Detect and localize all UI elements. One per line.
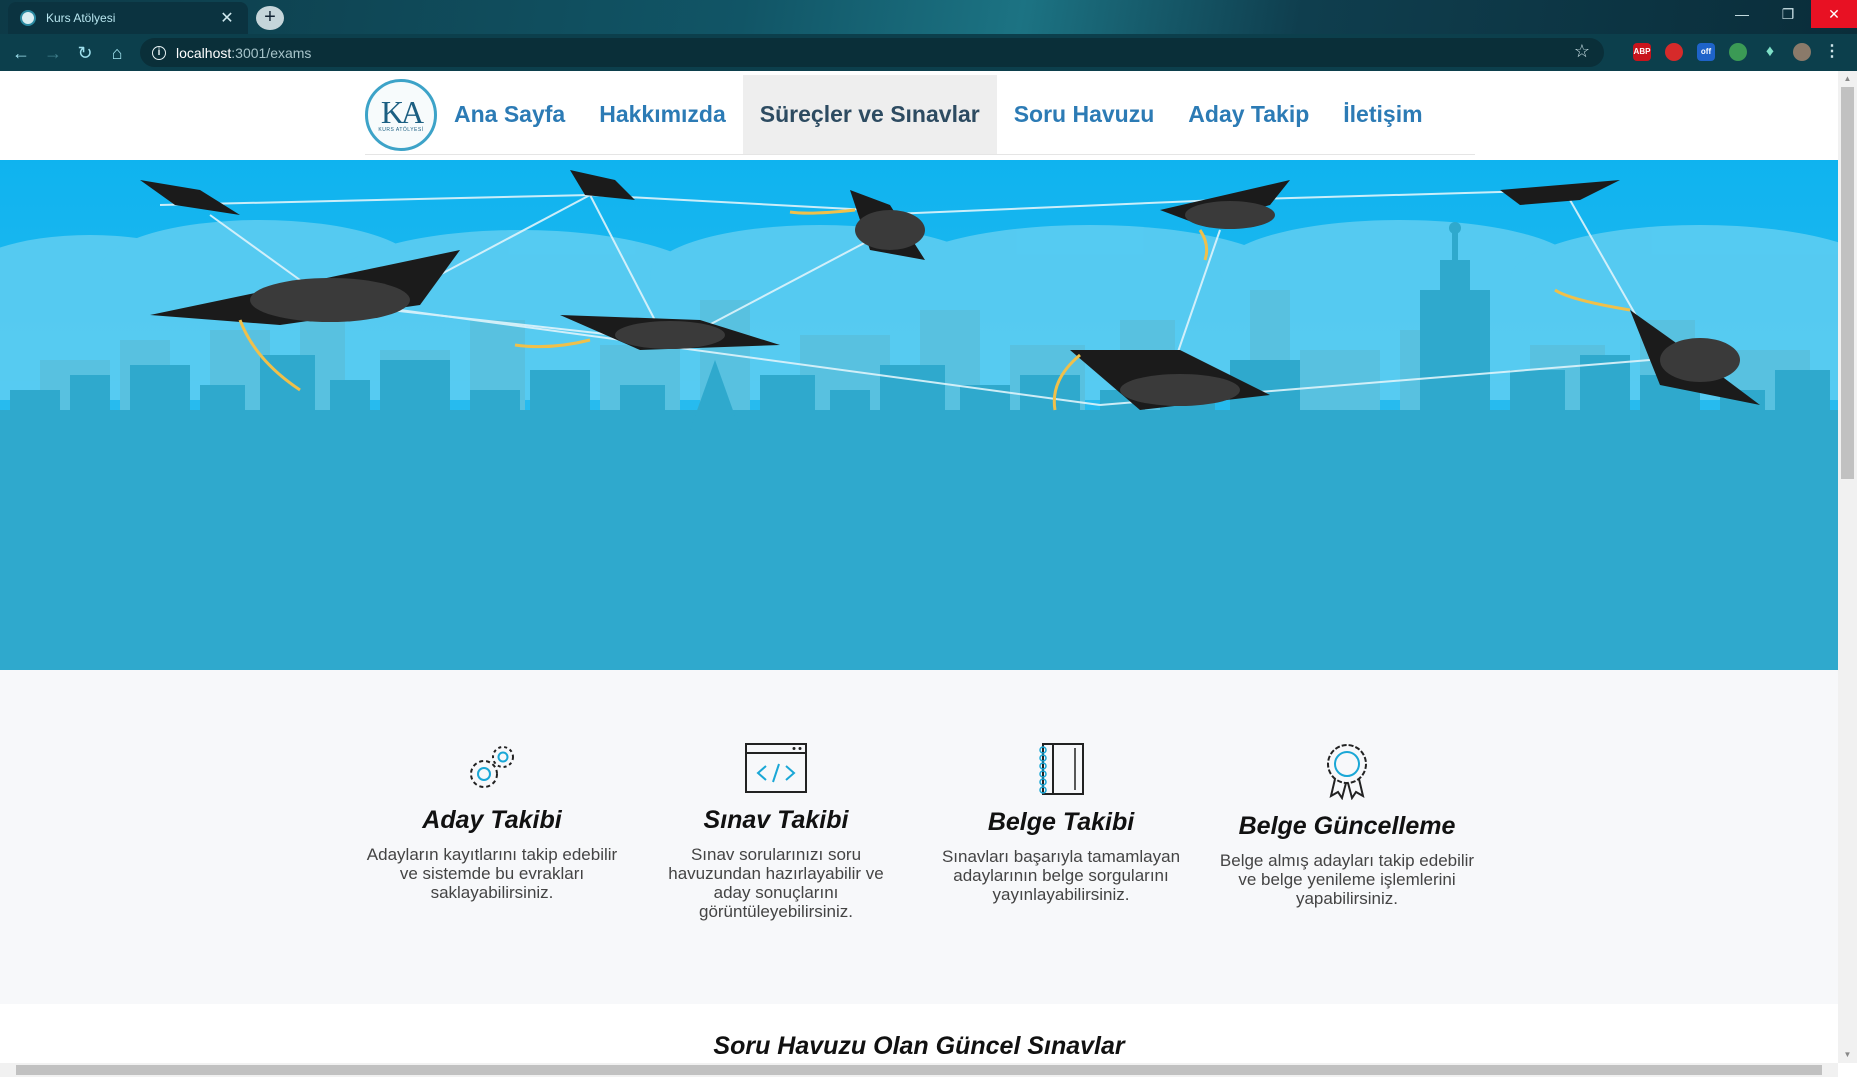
nav-link-processes-exams[interactable]: Süreçler ve Sınavlar (742, 75, 997, 154)
shield-extension-icon[interactable] (1665, 43, 1683, 61)
forward-icon[interactable]: → (40, 40, 66, 66)
restore-icon[interactable]: ❐ (1765, 0, 1811, 28)
site-info-icon[interactable]: i (152, 45, 166, 60)
logo-mark: KA (380, 94, 424, 130)
reload-icon[interactable]: ↻ (72, 40, 98, 66)
puzzle-extensions-icon[interactable]: ♦ (1761, 43, 1779, 61)
award-ribbon-icon (1327, 744, 1367, 800)
horizontal-scroll-thumb[interactable] (16, 1065, 1822, 1075)
features-section: Aday Takibi Adayların kayıtlarını takip … (0, 670, 1838, 1004)
url-host: localhost (176, 44, 232, 61)
back-icon[interactable]: ← (8, 40, 34, 66)
browser-tab[interactable]: Kurs Atölyesi ✕ (8, 2, 248, 34)
section-title: Soru Havuzu Olan Güncel Sınavlar (713, 1032, 1125, 1060)
vertical-scroll-thumb[interactable] (1841, 87, 1854, 479)
nav-link-question-pool[interactable]: Soru Havuzu (997, 75, 1172, 154)
site-favicon-icon (20, 10, 36, 26)
menu-dots-icon[interactable]: ⋮ (1823, 43, 1841, 61)
tab-close-icon[interactable]: ✕ (218, 8, 236, 28)
feature-title: Belge Takibi (987, 808, 1135, 836)
new-tab-button[interactable]: + (256, 6, 284, 30)
home-icon[interactable]: ⌂ (104, 40, 130, 66)
feature-card: Belge Takibi Sınavları başarıyla tamamla… (933, 742, 1189, 904)
site-logo[interactable]: KA KURS ATÖLYESİ (365, 79, 437, 151)
url-path: :3001/exams (231, 44, 312, 61)
feature-title: Sınav Takibi (703, 806, 849, 834)
feature-card: Sınav Takibi Sınav sorularınızı soru hav… (648, 742, 904, 921)
feature-title: Aday Takibi (422, 806, 562, 834)
scroll-up-icon[interactable]: ▲ (1838, 71, 1857, 87)
nav-link-home[interactable]: Ana Sayfa (437, 75, 582, 154)
nav-link-contact[interactable]: İletişim (1326, 75, 1439, 154)
globe-extension-icon[interactable] (1729, 43, 1747, 61)
address-bar[interactable]: i localhost:3001/exams ☆ (140, 38, 1604, 67)
feature-card: Aday Takibi Adayların kayıtlarını takip … (364, 742, 620, 902)
tab-title: Kurs Atölyesi (46, 11, 116, 25)
bookmark-star-icon[interactable]: ☆ (1574, 41, 1590, 62)
adblock-extension-icon[interactable]: ABP (1633, 43, 1651, 61)
main-navigation: KA KURS ATÖLYESİ Ana Sayfa Hakkımızda Sü… (365, 75, 1475, 155)
nav-link-candidate-tracking[interactable]: Aday Takip (1171, 75, 1326, 154)
feature-title: Belge Güncelleme (1238, 812, 1456, 840)
code-window-icon (745, 743, 807, 793)
scroll-down-icon[interactable]: ▼ (1838, 1047, 1857, 1063)
browser-toolbar: ← → ↻ ⌂ i localhost:3001/exams ☆ ABP off… (0, 34, 1857, 71)
horizontal-scrollbar[interactable] (0, 1063, 1838, 1077)
notebook-icon (1039, 743, 1084, 795)
latest-exams-section: Soru Havuzu Olan Güncel Sınavlar (0, 1004, 1838, 1063)
graduation-caps-illustration (0, 160, 1838, 670)
minimize-icon[interactable]: — (1719, 0, 1765, 28)
nav-link-about[interactable]: Hakkımızda (582, 75, 743, 154)
vertical-scrollbar[interactable]: ▲ ▼ (1838, 71, 1857, 1063)
gears-icon (470, 746, 514, 788)
off-extension-icon[interactable]: off (1697, 43, 1715, 61)
browser-tab-bar: Kurs Atölyesi ✕ + — ❐ ✕ (0, 0, 1857, 34)
profile-avatar[interactable] (1793, 43, 1811, 61)
feature-description: Adayların kayıtlarını takip edebilir ve … (366, 845, 618, 902)
feature-description: Belge almış adayları takip edebilir ve b… (1219, 851, 1475, 908)
logo-subtext: KURS ATÖLYESİ (378, 127, 424, 133)
feature-description: Sınav sorularınızı soru havuzundan hazır… (668, 845, 884, 921)
feature-description: Sınavları başarıyla tamamlayan adayların… (941, 847, 1181, 904)
page-viewport: KA KURS ATÖLYESİ Ana Sayfa Hakkımızda Sü… (0, 71, 1838, 1063)
window-close-icon[interactable]: ✕ (1811, 0, 1857, 28)
hero-banner (0, 160, 1838, 670)
feature-card: Belge Güncelleme Belge almış adayları ta… (1219, 742, 1475, 908)
